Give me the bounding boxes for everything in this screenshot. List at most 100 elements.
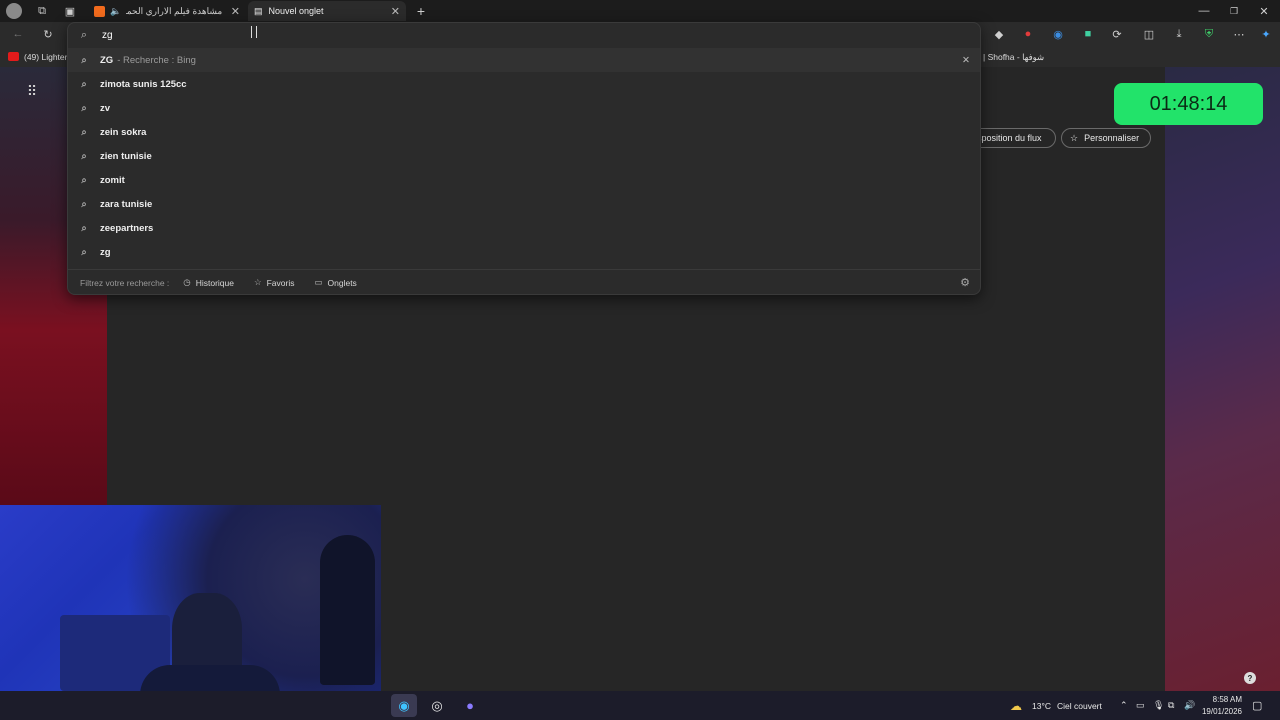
suggestion-item[interactable]: ⌕ zomit (68, 168, 980, 192)
tabs-icon: ▭ (314, 277, 323, 287)
person-body (140, 665, 280, 691)
speaker-icon[interactable]: 🔈 (110, 6, 121, 17)
suggestion-item[interactable]: ⌕ zg (68, 240, 980, 264)
vpn-icon[interactable]: ⛨ (1201, 26, 1217, 42)
feed-layout-button[interactable]: sposition du flux (968, 128, 1056, 148)
bookmark-lighter[interactable]: (49) Lighter (24, 52, 67, 62)
filter-favorites-button[interactable]: ☆ Favoris (254, 277, 295, 288)
extension-green-icon[interactable]: ■ (1080, 26, 1096, 42)
close-icon[interactable]: ✕ (962, 55, 970, 66)
blogger-icon (94, 5, 105, 17)
extension-diamond-icon[interactable]: ◆ (991, 26, 1007, 42)
hanging-jacket (320, 535, 375, 685)
suggestion-item[interactable]: ⌕ zara tunisie (68, 192, 980, 216)
refresh-icon[interactable]: ↻ (40, 26, 56, 42)
address-bar[interactable]: ⌕ (68, 23, 980, 47)
obs-app-icon[interactable]: ◎ (424, 694, 450, 717)
tab-strip: ⧉ ▣ 🔈 مشاهدة فيلم الاراري الحمر ١S ✕ ▤ N… (0, 0, 1280, 22)
plus-icon[interactable]: + (412, 2, 430, 20)
tab-new[interactable]: ▤ Nouvel onglet ✕ (248, 1, 406, 21)
filter-bar: Filtrez votre recherche : ◷ Historique ☆… (68, 269, 980, 295)
suggestion-text: zv (100, 102, 111, 114)
text-cursor-icon (251, 26, 257, 38)
split-screen-icon[interactable]: ◫ (1141, 26, 1157, 42)
search-icon: ⌕ (81, 150, 87, 162)
feed-layout-label: sposition du flux (977, 133, 1042, 143)
download-icon[interactable]: ⤓ (1171, 26, 1187, 42)
apps-grid-icon[interactable]: ⠿ (24, 83, 40, 99)
sparkle-icon: ☆ (1070, 132, 1079, 143)
suggestion-text: zien tunisie (100, 150, 152, 162)
search-icon: ⌕ (81, 174, 87, 186)
copilot-icon[interactable]: ✦ (1258, 26, 1274, 42)
suggestion-subtext: - Recherche : Bing (117, 54, 196, 66)
youtube-icon (8, 52, 19, 61)
search-icon: ⌕ (81, 198, 87, 210)
suggestion-text: zein sokra (100, 126, 147, 138)
edge-app-icon[interactable]: ◉ (391, 694, 417, 717)
chevron-up-icon[interactable]: ⌃ (1120, 700, 1128, 711)
suggestion-item[interactable]: ⌕ zeepartners (68, 216, 980, 240)
close-icon[interactable]: ✕ (391, 5, 400, 18)
workspaces-icon[interactable]: ⧉ (34, 3, 50, 19)
suggestion-item[interactable]: ⌕ zimota sunis 125cc (68, 72, 980, 96)
gear-icon[interactable]: ⚙ (960, 276, 970, 289)
background-image-right (1165, 67, 1280, 691)
clock-time[interactable]: 8:58 AM (1204, 695, 1242, 704)
weather-temp[interactable]: 13°C (1032, 701, 1051, 711)
search-icon: ⌕ (81, 102, 87, 114)
volume-icon[interactable]: 🔊 (1184, 700, 1195, 711)
search-icon: ⌕ (81, 126, 87, 138)
search-icon: ⌕ (81, 78, 87, 90)
filter-favorites-label: Favoris (266, 277, 295, 288)
suggestion-text: zg (100, 246, 111, 258)
suggestion-text: ZG (100, 54, 114, 66)
help-icon[interactable]: ? (1244, 672, 1256, 684)
suggestion-text: zomit (100, 174, 125, 186)
discord-app-icon[interactable]: ● (457, 694, 483, 717)
bookmark-shofha[interactable]: | Shofha - شوفها (983, 52, 1044, 63)
omnibox-dropdown: ⌕ ⌕ ZG - Recherche : Bing ✕ ⌕ zimota sun… (67, 22, 981, 295)
close-window-icon[interactable]: ✕ (1256, 3, 1272, 19)
restore-icon[interactable]: ❐ (1226, 3, 1242, 19)
profile-avatar[interactable] (6, 3, 22, 19)
back-icon[interactable]: ← (10, 26, 26, 42)
screen-icon[interactable]: ⧉ (1168, 700, 1174, 711)
suggestion-item[interactable]: ⌕ ZG - Recherche : Bing ✕ (68, 48, 980, 72)
tab-actions-icon[interactable]: ▣ (62, 3, 78, 19)
webcam-overlay (0, 505, 381, 691)
extension-red-icon[interactable]: ● (1020, 26, 1036, 42)
filter-tabs-label: Onglets (327, 277, 357, 288)
weather-text[interactable]: Ciel couvert (1057, 701, 1102, 711)
filter-history-label: Historique (195, 277, 234, 288)
search-icon: ⌕ (81, 246, 87, 258)
more-icon[interactable]: ⋯ (1231, 26, 1247, 42)
network-tray-icon[interactable]: ▭ (1136, 700, 1145, 711)
extensions-puzzle-icon[interactable]: ⟳ (1109, 26, 1125, 42)
tab-title: مشاهدة فيلم الاراري الحمر ١S (126, 5, 223, 16)
suggestion-item[interactable]: ⌕ zien tunisie (68, 144, 980, 168)
tab-title: Nouvel onglet (268, 6, 324, 16)
clock-date[interactable]: 19/01/2026 (1200, 707, 1242, 716)
search-icon: ⌕ (81, 222, 87, 234)
tab-video[interactable]: 🔈 مشاهدة فيلم الاراري الحمر ١S ✕ (88, 1, 246, 21)
mic-icon[interactable]: 🎙 (1153, 700, 1164, 711)
filter-label: Filtrez votre recherche : (80, 277, 170, 288)
notifications-icon[interactable]: ▢ (1252, 699, 1262, 712)
suggestion-item[interactable]: ⌕ zv (68, 96, 980, 120)
page-icon: ▤ (254, 5, 263, 16)
extension-blue-icon[interactable]: ◉ (1050, 26, 1066, 42)
suggestion-text: zara tunisie (100, 198, 153, 210)
close-icon[interactable]: ✕ (231, 5, 240, 18)
filter-history-button[interactable]: ◷ Historique (183, 277, 234, 288)
suggestion-item[interactable]: ⌕ zein sokra (68, 120, 980, 144)
timer-display: 01:48:14 (1114, 83, 1263, 125)
suggestion-text: zeepartners (100, 222, 154, 234)
filter-tabs-button[interactable]: ▭ Onglets (314, 277, 356, 288)
cloud-icon: ☁ (1010, 699, 1022, 713)
address-input[interactable] (100, 28, 900, 42)
customize-button[interactable]: ☆ Personnaliser (1061, 128, 1151, 148)
search-icon: ⌕ (80, 28, 88, 41)
minimize-icon[interactable]: — (1196, 3, 1212, 19)
search-icon: ⌕ (81, 54, 87, 66)
